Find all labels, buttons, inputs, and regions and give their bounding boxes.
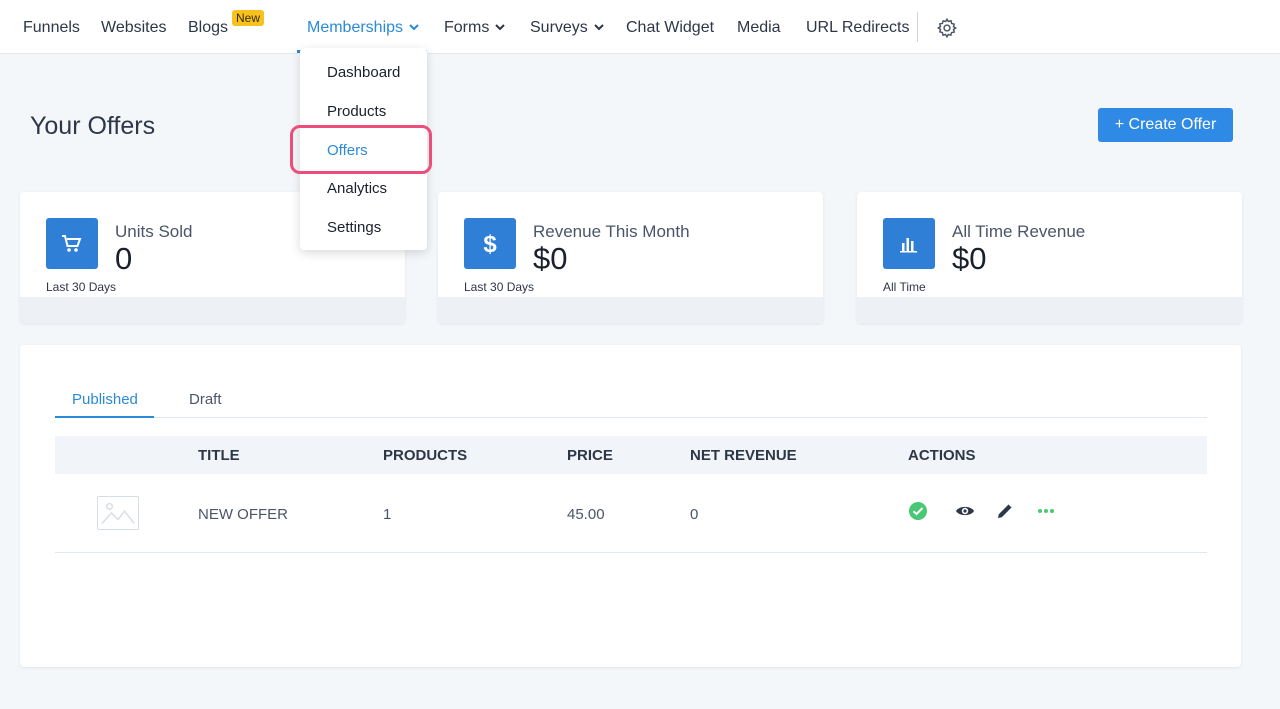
eye-icon[interactable] xyxy=(954,500,976,522)
nav-forms[interactable]: Forms xyxy=(444,18,506,38)
stat-card-all-time-revenue: All Time Revenue $0 All Time xyxy=(857,192,1242,323)
nav-websites[interactable]: Websites xyxy=(101,18,167,38)
nav-blogs[interactable]: Blogs xyxy=(188,18,228,38)
chevron-down-icon xyxy=(495,24,506,31)
offer-price: 45.00 xyxy=(567,506,605,523)
stat-period: All Time xyxy=(883,280,926,294)
nav-forms-label: Forms xyxy=(444,19,490,36)
column-header-price: PRICE xyxy=(567,447,613,464)
stat-period: Last 30 Days xyxy=(464,280,535,294)
table-row: NEW OFFER 1 45.00 0 xyxy=(55,474,1207,553)
bar-chart-icon xyxy=(883,218,935,269)
nav-surveys[interactable]: Surveys xyxy=(530,18,604,38)
stat-value: 0 xyxy=(115,241,133,276)
new-badge: New xyxy=(232,10,265,26)
stat-value: $0 xyxy=(533,241,568,276)
stat-value: $0 xyxy=(952,241,987,276)
offers-panel: Published Draft TITLE PRODUCTS PRICE NET… xyxy=(20,345,1241,667)
column-header-actions: ACTIONS xyxy=(908,447,976,464)
menu-item-analytics[interactable]: Analytics xyxy=(327,180,387,198)
nav-funnels[interactable]: Funnels xyxy=(23,18,80,38)
stat-label: Revenue This Month xyxy=(533,222,690,241)
nav-url-redirects[interactable]: URL Redirects xyxy=(806,18,909,38)
column-header-products: PRODUCTS xyxy=(383,447,468,464)
more-icon[interactable] xyxy=(1035,500,1057,522)
card-footer xyxy=(20,297,405,323)
nav-chat-widget[interactable]: Chat Widget xyxy=(626,18,714,38)
card-footer xyxy=(438,297,823,323)
nav-surveys-label: Surveys xyxy=(530,19,588,36)
offer-title[interactable]: NEW OFFER xyxy=(198,506,288,524)
gear-icon[interactable] xyxy=(936,17,958,39)
image-placeholder-icon xyxy=(97,496,139,530)
tab-draft[interactable]: Draft xyxy=(189,391,222,409)
top-nav: Funnels Websites Blogs New Memberships F… xyxy=(0,0,1280,54)
nav-memberships-label: Memberships xyxy=(307,19,404,36)
check-circle-icon[interactable] xyxy=(907,500,929,522)
column-header-title: TITLE xyxy=(198,447,240,464)
memberships-dropdown: Dashboard Products Offers Analytics Sett… xyxy=(300,48,427,250)
table-header: TITLE PRODUCTS PRICE NET REVENUE ACTIONS xyxy=(55,436,1207,474)
pencil-icon[interactable] xyxy=(994,500,1016,522)
chevron-down-icon xyxy=(594,24,604,31)
column-header-net-revenue: NET REVENUE xyxy=(690,447,797,464)
offer-products: 1 xyxy=(383,506,392,523)
card-footer xyxy=(857,297,1242,323)
create-offer-button[interactable]: + Create Offer xyxy=(1098,108,1233,142)
nav-memberships[interactable]: Memberships xyxy=(307,18,419,38)
stat-label: All Time Revenue xyxy=(952,222,1086,241)
menu-item-products[interactable]: Products xyxy=(327,103,386,121)
page-title: Your Offers xyxy=(30,112,156,140)
nav-divider xyxy=(917,12,918,42)
stat-card-revenue-month: $ Revenue This Month $0 Last 30 Days xyxy=(438,192,823,323)
cart-icon xyxy=(46,218,98,269)
tab-published[interactable]: Published xyxy=(72,391,138,409)
stat-label: Units Sold xyxy=(115,222,193,241)
menu-item-offers[interactable]: Offers xyxy=(327,142,368,160)
stat-period: Last 30 Days xyxy=(46,280,117,294)
offer-net-revenue: 0 xyxy=(690,506,699,523)
dollar-icon: $ xyxy=(464,218,516,269)
svg-text:$: $ xyxy=(483,231,497,258)
menu-item-settings[interactable]: Settings xyxy=(327,219,381,237)
nav-media[interactable]: Media xyxy=(737,18,781,38)
active-tab-underline xyxy=(55,416,154,418)
chevron-down-icon xyxy=(409,24,419,31)
menu-item-dashboard[interactable]: Dashboard xyxy=(327,64,400,82)
offer-tabs: Published Draft xyxy=(55,385,1207,418)
